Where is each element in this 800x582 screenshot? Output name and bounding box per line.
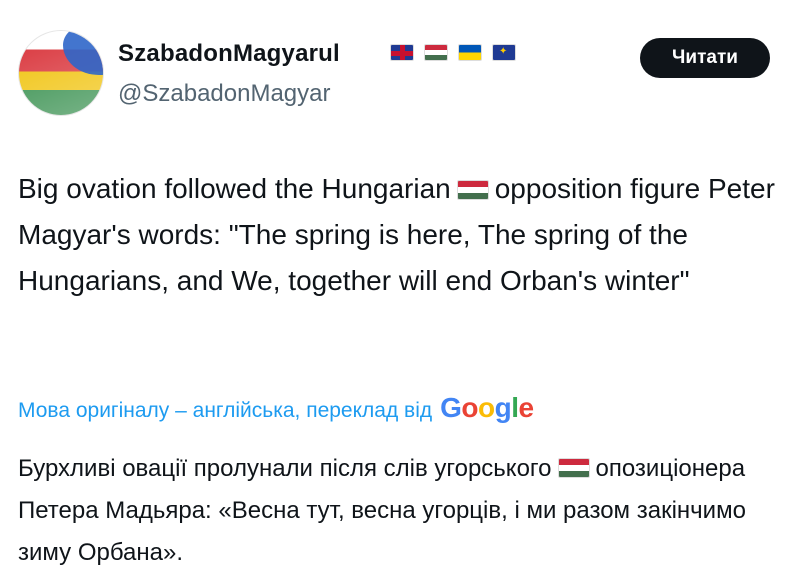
translation-note-label[interactable]: Мова оригіналу – англійська, переклад ві… — [18, 399, 432, 423]
avatar[interactable] — [18, 30, 104, 116]
google-logo-icon: Google — [440, 392, 535, 424]
hungary-flag-icon — [424, 44, 448, 61]
translated-text-part1: Бурхливі овації пролунали після слів уго… — [18, 455, 552, 482]
google-letter: o — [461, 392, 479, 423]
translation-note[interactable]: Мова оригіналу – англійська, переклад ві… — [18, 392, 534, 424]
avatar-blue-shape — [63, 31, 103, 75]
hungary-flag-icon — [557, 458, 590, 478]
google-letter: o — [478, 392, 495, 423]
google-letter: e — [518, 392, 535, 423]
ukraine-flag-icon — [458, 44, 482, 61]
uk-flag-icon — [390, 44, 414, 61]
eu-flag-icon — [492, 44, 516, 61]
tweet-text-part1: Big ovation followed the Hungarian — [18, 173, 451, 204]
google-letter: g — [494, 392, 512, 423]
author-flags — [390, 44, 516, 61]
author-handle[interactable]: @SzabadonMagyar — [118, 80, 330, 108]
translated-text: Бурхливі овації пролунали після слів уго… — [18, 448, 788, 574]
hungary-flag-icon — [456, 180, 489, 200]
tweet-text: Big ovation followed the Hungarian opposi… — [18, 166, 788, 304]
author-display-name[interactable]: SzabadonMagyarul — [118, 40, 340, 68]
follow-button[interactable]: Читати — [640, 38, 770, 78]
google-letter: G — [440, 392, 462, 423]
google-letter: l — [511, 392, 519, 423]
